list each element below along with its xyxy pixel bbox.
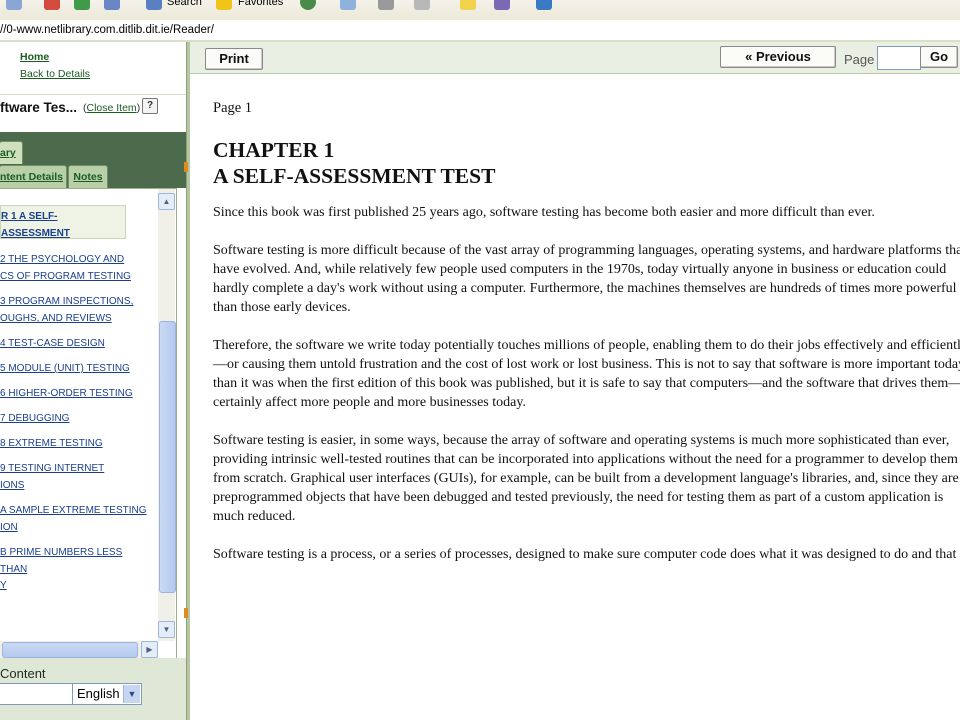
messenger-icon[interactable] — [536, 0, 552, 10]
toc-item-appendix-a[interactable]: A SAMPLE EXTREME TESTING ION — [0, 502, 150, 536]
favorites-label[interactable]: Favorites — [238, 0, 283, 8]
language-value: English — [77, 686, 120, 701]
table-of-contents: R 1 A SELF-ASSESSMENT 2 THE PSYCHOLOGY A… — [0, 188, 177, 660]
close-item-link[interactable]: Close Item — [87, 102, 137, 114]
paragraph: Software testing is more difficult becau… — [213, 243, 960, 315]
reader-pane: Page 1 CHAPTER 1 A SELF-ASSESSMENT TEST … — [190, 74, 960, 720]
research-icon[interactable] — [494, 0, 510, 10]
home-icon[interactable] — [104, 0, 120, 10]
toc-horizontal-scrollbar[interactable]: ▶ — [0, 641, 158, 658]
paragraph: Therefore, the software we write today p… — [213, 338, 960, 410]
edit-icon[interactable] — [414, 0, 430, 10]
scroll-right-icon[interactable]: ▶ — [141, 641, 158, 658]
chapter-heading: CHAPTER 1 A SELF-ASSESSMENT TEST — [213, 137, 960, 189]
reader-toolbar: Print « Previous Page Go — [190, 42, 960, 74]
content-search-label: Content — [0, 666, 46, 681]
page-heading: Page 1 — [213, 100, 253, 116]
left-panel: Home Back to Details ftware Tes... (Clos… — [0, 42, 186, 720]
tab-content-details[interactable]: ntent Details — [0, 165, 67, 188]
scroll-down-icon[interactable]: ▼ — [158, 621, 175, 638]
toc-item-chapter-8[interactable]: 8 EXTREME TESTING — [0, 435, 150, 452]
help-icon[interactable]: ? — [142, 98, 158, 114]
print-button[interactable]: Print — [205, 48, 263, 70]
toc-item-chapter-5[interactable]: 5 MODULE (UNIT) TESTING — [0, 360, 150, 377]
notes-icon[interactable] — [460, 0, 476, 10]
toc-item-chapter-2[interactable]: 2 THE PSYCHOLOGY AND CS OF PROGRAM TESTI… — [0, 251, 150, 285]
close-paren-close: ) — [136, 102, 141, 114]
previous-page-button[interactable]: « Previous — [720, 46, 836, 68]
search-label[interactable]: Search — [167, 0, 202, 8]
stop-icon[interactable] — [44, 0, 60, 10]
home-link[interactable]: Home — [20, 51, 49, 63]
splitter-handle-bottom[interactable] — [184, 608, 188, 618]
toc-list: R 1 A SELF-ASSESSMENT 2 THE PSYCHOLOGY A… — [0, 189, 158, 641]
chevron-down-icon[interactable]: ▼ — [123, 685, 140, 703]
back-to-details-link[interactable]: Back to Details — [20, 68, 90, 80]
scroll-up-icon[interactable]: ▲ — [158, 193, 175, 210]
paragraph: Software testing is easier, in some ways… — [213, 433, 959, 524]
header-divider — [0, 94, 186, 95]
browser-toolbar: Search Favorites — [0, 0, 960, 21]
mail-icon[interactable] — [340, 0, 356, 10]
toc-vertical-scrollbar[interactable]: ▲ ▼ — [158, 189, 176, 641]
toc-item-chapter-6[interactable]: 6 HIGHER-ORDER TESTING — [0, 385, 150, 402]
history-icon[interactable] — [300, 0, 316, 10]
document-page: Page 1 CHAPTER 1 A SELF-ASSESSMENT TEST … — [213, 100, 960, 583]
chapter-subtitle: A SELF-ASSESSMENT TEST — [213, 164, 496, 188]
h-scroll-thumb[interactable] — [2, 642, 138, 658]
toc-item-appendix-b[interactable]: B PRIME NUMBERS LESS THAN — [0, 544, 150, 578]
toc-item-chapter-4[interactable]: 4 TEST-CASE DESIGN — [0, 335, 150, 352]
scroll-thumb[interactable] — [159, 321, 176, 593]
item-title: ftware Tes... — [0, 100, 78, 115]
toc-item-glossary[interactable]: Y — [0, 577, 150, 594]
page-label: Page — [844, 52, 875, 67]
search-icon[interactable] — [146, 0, 162, 10]
tab-notes[interactable]: Notes — [68, 165, 108, 188]
left-panel-header: Home Back to Details ftware Tes... (Clos… — [0, 42, 186, 132]
content-search-input[interactable] — [0, 683, 74, 705]
print-icon[interactable] — [378, 0, 394, 10]
close-item-wrap: (Close Item) — [83, 102, 140, 114]
refresh-icon[interactable] — [74, 0, 90, 10]
language-select[interactable]: English ▼ — [72, 683, 142, 705]
panel-tab-bar: ary ntent Details Notes — [0, 132, 186, 188]
chapter-title: CHAPTER 1 — [213, 138, 335, 162]
address-bar[interactable]: //0-www.netlibrary.com.ditlib.dit.ie/Rea… — [0, 20, 960, 41]
favorites-star-icon[interactable] — [216, 0, 232, 10]
page-number-input[interactable] — [877, 46, 921, 70]
toc-item-chapter-7[interactable]: 7 DEBUGGING — [0, 410, 150, 427]
toc-item-chapter-3[interactable]: 3 PROGRAM INSPECTIONS, OUGHS, AND REVIEW… — [0, 293, 150, 327]
toc-item-chapter-1[interactable]: R 1 A SELF-ASSESSMENT — [0, 205, 126, 239]
back-icon[interactable] — [6, 0, 22, 10]
paragraph: Software testing is a process, or a seri… — [213, 547, 960, 562]
address-url[interactable]: //0-www.netlibrary.com.ditlib.dit.ie/Rea… — [0, 20, 214, 40]
toc-item-chapter-9[interactable]: 9 TESTING INTERNET IONS — [0, 460, 150, 494]
splitter-handle-top[interactable] — [184, 162, 188, 172]
paragraph: Since this book was first published 25 y… — [213, 205, 875, 220]
content-search-panel: Content English ▼ — [0, 658, 186, 720]
tab-library[interactable]: ary — [0, 141, 23, 164]
go-button[interactable]: Go — [920, 46, 958, 68]
